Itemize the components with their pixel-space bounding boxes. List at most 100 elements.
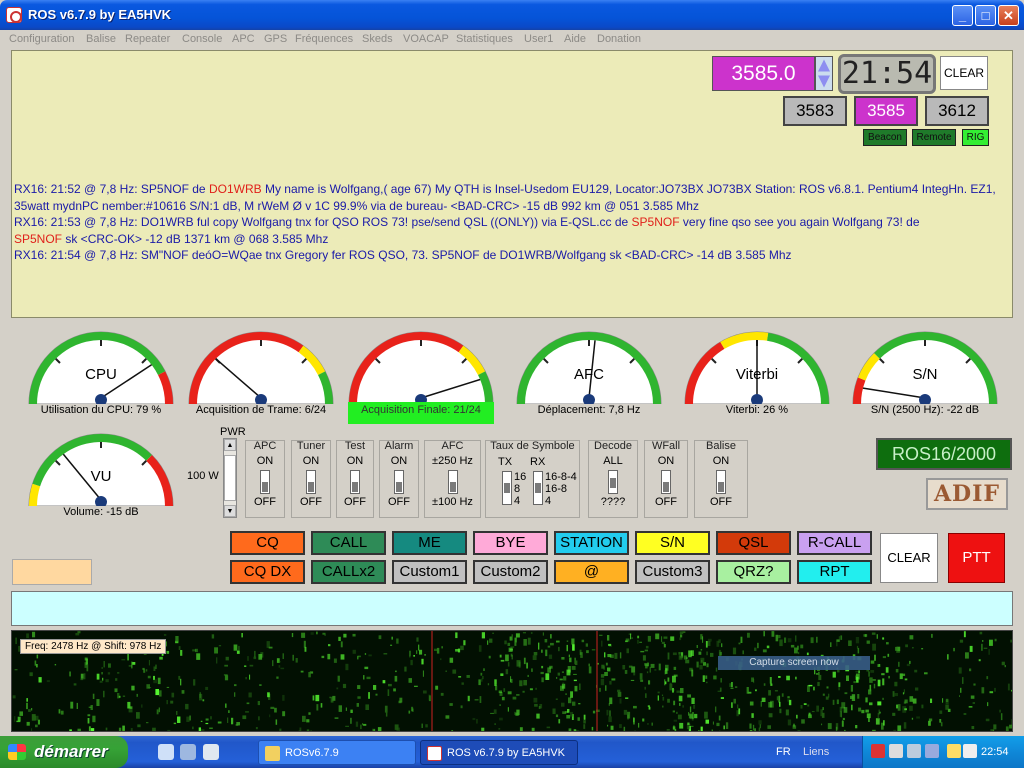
task-rosv6-folder[interactable]: ROSv6.7.9	[258, 740, 416, 765]
tx-rate-switch[interactable]	[502, 471, 512, 505]
waterfall-dot	[511, 634, 513, 641]
waterfall-dot	[550, 634, 552, 639]
ros-app: ROS v6.7.9 by EA5HVK _ □ ✕ Configuration…	[0, 0, 1024, 768]
macro-button-qsl[interactable]: QSL	[716, 531, 791, 555]
arrow-down-icon[interactable]	[818, 75, 830, 88]
tray-monitor-icon[interactable]	[907, 744, 921, 758]
menu-skeds[interactable]: Skeds	[362, 33, 393, 45]
gauge-3: AFC	[514, 322, 664, 412]
arrow-up-icon[interactable]	[818, 59, 830, 72]
macro-button-rpt[interactable]: RPT	[797, 560, 872, 584]
start-button[interactable]: démarrer	[0, 736, 128, 768]
waterfall-dot	[981, 643, 983, 651]
macro-button-call[interactable]: CALL	[311, 531, 386, 555]
links-toolbar[interactable]: Liens	[803, 746, 829, 758]
waterfall-dot	[186, 716, 190, 722]
quicklaunch-ie-icon[interactable]	[158, 744, 174, 760]
ptt-button[interactable]: PTT	[948, 533, 1005, 583]
freq-button-3612[interactable]: 3612	[925, 96, 989, 126]
maximize-button[interactable]: □	[975, 5, 996, 26]
macro-button-cq[interactable]: CQ	[230, 531, 305, 555]
quicklaunch-desktop-icon[interactable]	[180, 744, 196, 760]
power-scroll-thumb[interactable]	[224, 455, 236, 501]
waterfall-dot	[334, 717, 339, 719]
waterfall-dot	[887, 653, 890, 657]
task-ros-window[interactable]: ROS v6.7.9 by EA5HVK	[420, 740, 578, 765]
macro-button-custom2[interactable]: Custom2	[473, 560, 548, 584]
menu-configuration[interactable]: Configuration	[9, 33, 74, 45]
language-indicator[interactable]: FR	[776, 746, 791, 758]
menu-donation[interactable]: Donation	[597, 33, 641, 45]
waterfall-dot	[255, 727, 258, 730]
waterfall-dot	[683, 655, 688, 660]
waterfall-dot	[940, 722, 943, 727]
scroll-up-icon[interactable]: ▲	[224, 439, 236, 451]
waterfall-dot	[373, 729, 376, 731]
waterfall-dot	[657, 695, 659, 701]
waterfall-dot	[338, 705, 342, 712]
menu-balise[interactable]: Balise	[86, 33, 116, 45]
tray-app-icon[interactable]	[871, 744, 885, 758]
waterfall-dot	[357, 685, 361, 689]
tray-speaker-icon[interactable]	[947, 744, 961, 758]
menu-frequences[interactable]: Fréquences	[295, 33, 353, 45]
tray-volume-icon[interactable]	[963, 744, 977, 758]
tuner-switch[interactable]	[306, 470, 316, 494]
menu-gps[interactable]: GPS	[264, 33, 287, 45]
clear-rx-button[interactable]: CLEAR	[940, 56, 988, 90]
balise-switch[interactable]	[716, 470, 726, 494]
waterfall-dot	[680, 688, 684, 694]
waterfall-dot	[146, 684, 150, 689]
macro-button-qrz-[interactable]: QRZ?	[716, 560, 791, 584]
waterfall-dot	[499, 692, 503, 696]
apc-switch[interactable]	[260, 470, 270, 494]
waterfall-dot	[702, 675, 705, 682]
waterfall-dot	[928, 720, 931, 726]
waterfall-dot	[14, 669, 18, 671]
menu-user1[interactable]: User1	[524, 33, 553, 45]
wfall-switch[interactable]	[661, 470, 671, 494]
menu-console[interactable]: Console	[182, 33, 222, 45]
macro-button-custom3[interactable]: Custom3	[635, 560, 710, 584]
afc-switch[interactable]	[448, 470, 458, 494]
waterfall-dot	[858, 707, 862, 712]
menu-statistiques[interactable]: Statistiques	[456, 33, 513, 45]
menu-apc[interactable]: APC	[232, 33, 255, 45]
menu-voacap[interactable]: VOACAP	[403, 33, 449, 45]
macro-button-cq-dx[interactable]: CQ DX	[230, 560, 305, 584]
macro-button--[interactable]: @	[554, 560, 629, 584]
close-button[interactable]: ✕	[998, 5, 1019, 26]
waterfall-dot	[26, 698, 28, 702]
macro-button-station[interactable]: STATION	[554, 531, 629, 555]
scroll-down-icon[interactable]: ▼	[224, 505, 236, 517]
macro-button-bye[interactable]: BYE	[473, 531, 548, 555]
frequency-spinner[interactable]	[815, 56, 833, 91]
adif-button[interactable]: ADIF	[926, 478, 1008, 510]
frequency-display[interactable]: 3585.0	[712, 56, 815, 91]
macro-button-custom1[interactable]: Custom1	[392, 560, 467, 584]
power-scrollbar[interactable]: ▲ ▼	[223, 438, 237, 518]
decode-switch[interactable]	[608, 470, 618, 494]
macro-button-s-n[interactable]: S/N	[635, 531, 710, 555]
macro-button-callx2[interactable]: CALLx2	[311, 560, 386, 584]
macro-button-me[interactable]: ME	[392, 531, 467, 555]
waterfall-dot	[939, 719, 942, 723]
rx-rate-switch[interactable]	[533, 471, 543, 505]
tx-text-box[interactable]	[11, 591, 1013, 626]
alarm-switch[interactable]	[394, 470, 404, 494]
clear-tx-button[interactable]: CLEAR	[880, 533, 938, 583]
test-switch[interactable]	[350, 470, 360, 494]
menu-aide[interactable]: Aide	[564, 33, 586, 45]
alarm-toggle-on: ON	[390, 455, 408, 467]
tray-network-icon[interactable]	[889, 744, 903, 758]
waterfall-dot	[749, 701, 754, 706]
freq-button-3585[interactable]: 3585	[854, 96, 918, 126]
quicklaunch-db-icon[interactable]	[203, 744, 219, 760]
menu-repeater[interactable]: Repeater	[125, 33, 170, 45]
macro-button-r-call[interactable]: R-CALL	[797, 531, 872, 555]
waterfall-dot	[303, 640, 306, 648]
tray-shield-icon[interactable]	[925, 744, 939, 758]
minimize-button[interactable]: _	[952, 5, 973, 26]
waterfall-dot	[499, 654, 502, 658]
freq-button-3583[interactable]: 3583	[783, 96, 847, 126]
